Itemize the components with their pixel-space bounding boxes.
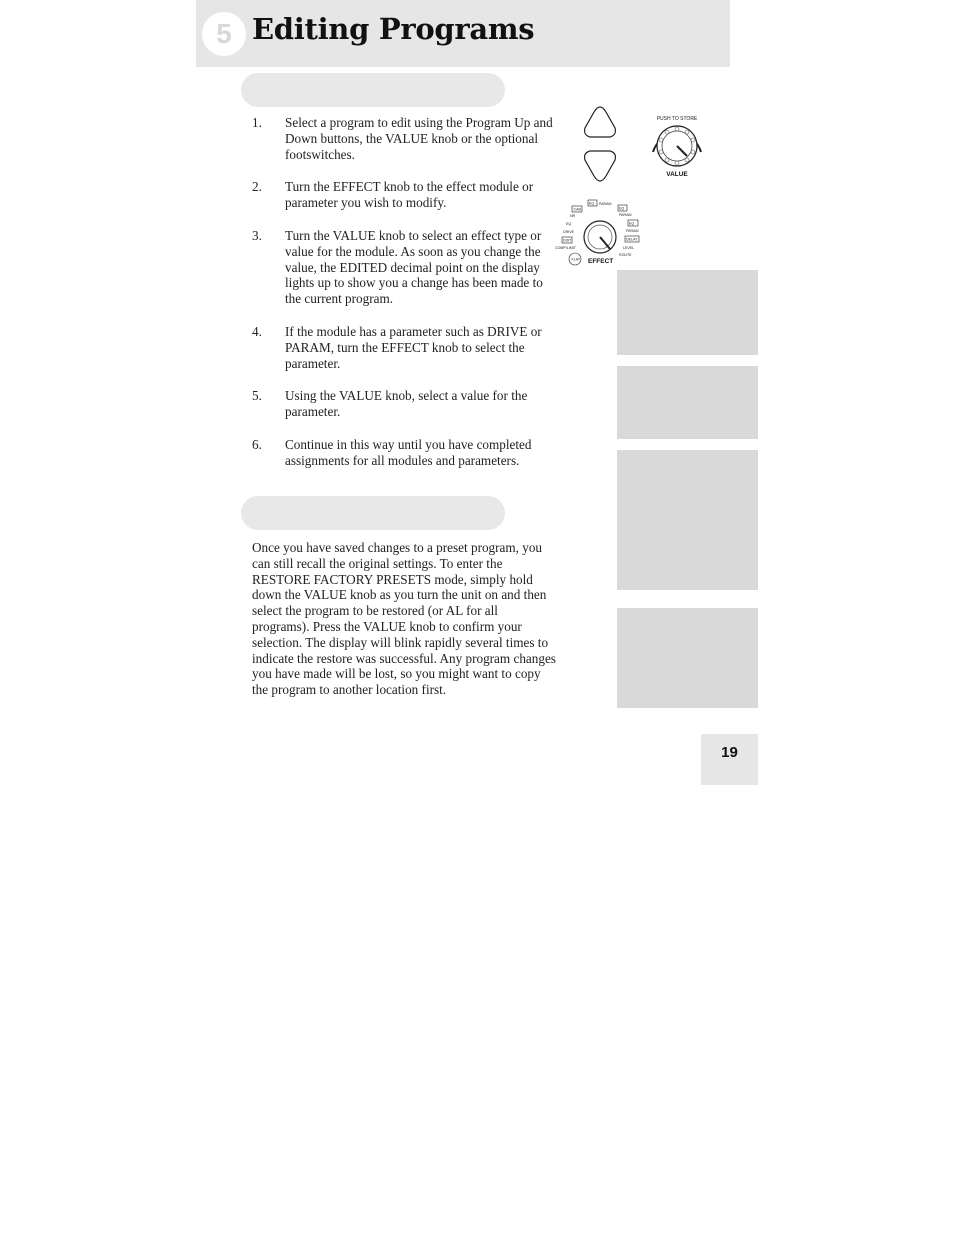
effect-label-dist: DIST [563,239,572,243]
effect-label-param-2: PARAM [619,213,632,217]
program-up-icon [583,106,617,138]
step-text: Turn the EFFECT knob to the effect modul… [285,179,534,211]
sidebar-box-2 [617,366,758,439]
chapter-header: 5 Editing Programs [196,0,730,67]
effect-label-route: ROUTE [619,253,632,257]
list-item: 5. Using the VALUE knob, select a value f… [252,388,567,420]
step-number: 1. [252,115,262,130]
effect-label-comp: COMP/LIMIT [555,246,577,250]
list-item: 3. Turn the VALUE knob to select an effec… [252,228,567,307]
page-number: 19 [701,734,758,785]
effect-label-flat: FLAT [572,258,581,262]
step-number: 2. [252,179,262,195]
step-text: If the module has a parameter such as DR… [285,323,542,371]
effect-label-nr: NR [570,214,576,218]
section-heading-bar-editing [241,73,505,107]
program-down-icon [583,150,617,182]
effect-box-eq-1: EQ [589,202,594,206]
effect-box-eq-2: EQ [619,207,624,211]
step-number: 6. [252,436,262,452]
step-text: Turn the VALUE knob to select an effect … [285,227,543,307]
list-item: 2. Turn the EFFECT knob to the effect mod… [252,179,567,211]
value-knob-illustration: PUSH TO STORE VALUE [652,116,702,178]
restore-presets-paragraph: Once you have saved changes to a preset … [252,540,556,698]
effect-box-eq-3: EQ [629,222,634,226]
value-knob-arc-label: PUSH TO STORE [657,116,698,122]
value-knob-label: VALUE [666,171,688,178]
list-item: 6. Continue in this way until you have co… [252,437,567,469]
step-text: Select a program to edit using the Progr… [285,115,553,162]
effect-box-delay: DELAY [626,238,638,242]
editing-steps-list: 1. Select a program to edit using the Pro… [252,115,567,486]
sidebar-box-4 [617,608,758,708]
section-heading-bar-restore [241,496,505,530]
list-item: 1. Select a program to edit using the Pro… [252,115,567,162]
effect-label-eq: EQ [566,222,571,226]
list-item: 4. If the module has a parameter such as … [252,324,567,371]
step-number: 4. [252,323,262,339]
effect-knob-illustration: CAB NR EQ DRIVE DIST COMP/LIMIT FLAT EQ … [555,199,640,266]
effect-label-level: LEVEL [623,246,634,250]
step-text: Using the VALUE knob, select a value for… [285,388,528,420]
effect-knob-label: EFFECT [588,258,613,265]
effect-label-param-3: PARAM [626,229,639,233]
step-number: 3. [252,227,262,243]
program-buttons-illustration [583,106,617,182]
sidebar-box-1 [617,270,758,355]
page-title: Editing Programs [252,12,535,46]
sidebar-box-3 [617,450,758,590]
effect-label-param-1: PARAM [599,202,612,206]
step-text: Continue in this way until you have comp… [285,436,532,468]
step-number: 5. [252,388,262,404]
chapter-number-badge: 5 [202,12,246,56]
effect-label-cab: CAB [574,208,582,212]
effect-label-drive: DRIVE [563,230,575,234]
